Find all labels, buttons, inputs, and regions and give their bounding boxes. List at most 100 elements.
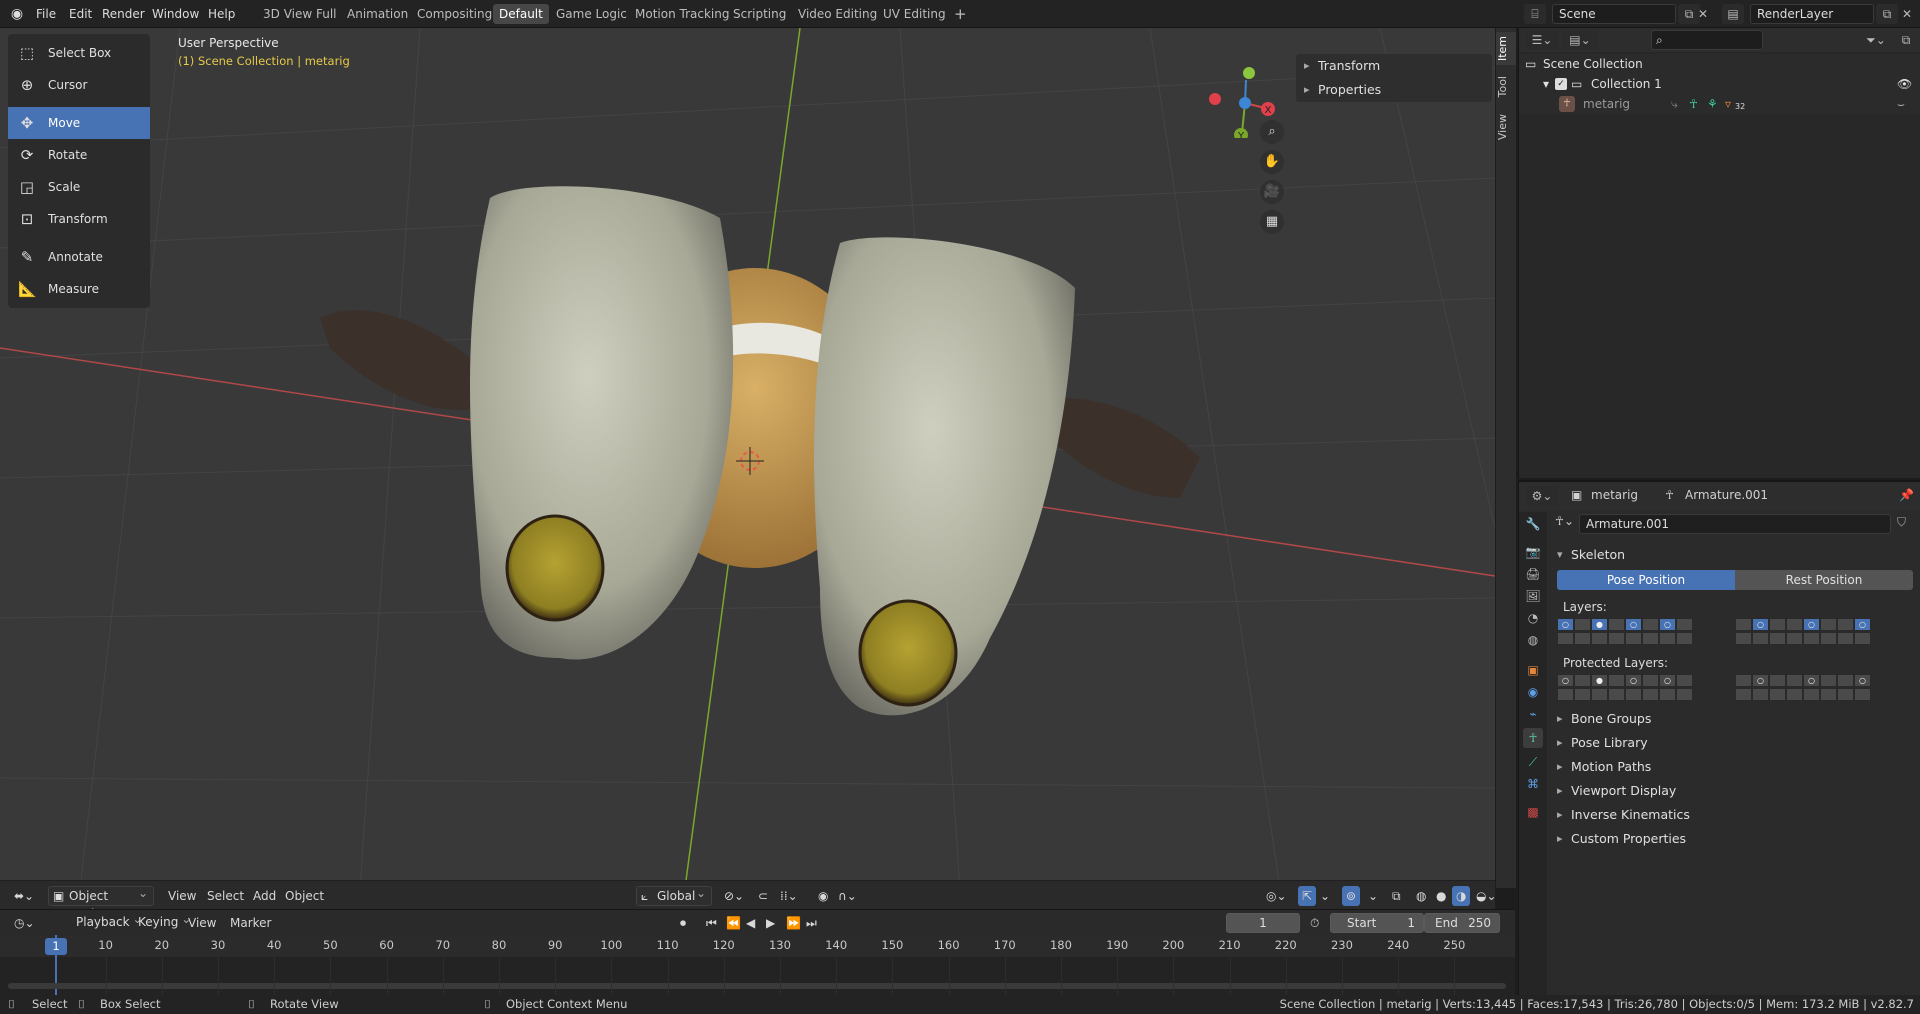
delete-view-layer-icon[interactable]: ✕	[1896, 4, 1918, 24]
tab-scripting[interactable]: Scripting	[727, 4, 792, 24]
timeline-scrollbar[interactable]	[8, 983, 1506, 989]
layer-toggle[interactable]	[1557, 688, 1574, 701]
layer-toggle[interactable]	[1786, 688, 1803, 701]
layer-toggle[interactable]	[1608, 688, 1625, 701]
layer-toggle[interactable]	[1752, 632, 1769, 645]
timeline[interactable]: 10 20 30 40 50 60 70 80 90 100 110 120 130 140 150 160 1…	[0, 935, 1515, 995]
delete-scene-icon[interactable]: ✕	[1692, 4, 1714, 24]
play-icon[interactable]: ▶	[762, 913, 779, 933]
section-custom-properties[interactable]: Custom Properties	[1557, 828, 1686, 850]
falloff-icon[interactable]: ∩⌄	[834, 886, 861, 906]
layer-toggle[interactable]	[1659, 632, 1676, 645]
filter-icon[interactable]: ⏷⌄	[1859, 30, 1893, 50]
layer-toggle[interactable]: ○	[1854, 674, 1871, 687]
material-shading-icon[interactable]: ◑	[1452, 886, 1471, 906]
menu-marker[interactable]: Marker	[226, 913, 275, 933]
protected-layers-grid[interactable]: ○ ● ○ ○ ○ ○ ○	[1557, 674, 1917, 704]
tab-game-logic[interactable]: Game Logic	[550, 4, 633, 24]
layer-toggle[interactable]: ○	[1659, 674, 1676, 687]
layer-toggle[interactable]: ●	[1591, 674, 1608, 687]
snap-icon[interactable]: ⊂	[754, 886, 772, 906]
layer-toggle[interactable]	[1769, 632, 1786, 645]
layer-toggle[interactable]: ○	[1625, 674, 1642, 687]
pivot-icon[interactable]: ⊘⌄	[720, 886, 748, 906]
render-icon[interactable]: 📷	[1523, 542, 1543, 562]
bone-icon[interactable]: ⟋	[1523, 752, 1543, 772]
pose-position-button[interactable]: Pose Position	[1557, 570, 1735, 590]
pin-icon[interactable]: 📌	[1899, 488, 1914, 502]
layer-toggle[interactable]: ○	[1803, 618, 1820, 631]
layer-toggle[interactable]	[1625, 632, 1642, 645]
layer-toggle[interactable]	[1642, 674, 1659, 687]
snap-target-icon[interactable]: ⁞⁞⌄	[776, 886, 802, 906]
sidebar-tab-view[interactable]: View	[1496, 110, 1516, 144]
play-reverse-icon[interactable]: ◀	[742, 913, 759, 933]
tab-video-editing[interactable]: Video Editing	[792, 4, 883, 24]
view-layer-field[interactable]: RenderLayer	[1750, 4, 1874, 24]
menu-add[interactable]: Add	[249, 886, 280, 906]
layer-toggle[interactable]	[1608, 632, 1625, 645]
tab-uv-editing[interactable]: UV Editing	[877, 4, 952, 24]
solid-shading-icon[interactable]: ●	[1432, 886, 1450, 906]
gizmo-dropdown-icon[interactable]: ⌄	[1316, 886, 1334, 906]
tab-default[interactable]: Default	[493, 4, 549, 24]
layer-toggle[interactable]: ●	[1591, 618, 1608, 631]
overlay-dropdown-icon[interactable]: ⌄	[1364, 886, 1382, 906]
layer-toggle[interactable]	[1820, 618, 1837, 631]
layer-toggle[interactable]	[1642, 688, 1659, 701]
layer-toggle[interactable]	[1854, 688, 1871, 701]
camera-icon[interactable]: 🎥	[1260, 180, 1284, 204]
eye-closed-icon[interactable]: ⌣	[1897, 94, 1905, 114]
playhead-frame-label[interactable]: 1	[45, 938, 67, 955]
layer-toggle[interactable]	[1820, 632, 1837, 645]
overlay-toggle-icon[interactable]: ⊚	[1342, 886, 1361, 906]
armature-name-field[interactable]: Armature.001	[1579, 514, 1891, 534]
gizmo-toggle-icon[interactable]: ⇱	[1298, 886, 1317, 906]
tool-measure[interactable]: 📐 Measure	[8, 273, 150, 305]
layer-toggle[interactable]: ○	[1557, 618, 1574, 631]
pan-hand-icon[interactable]: ✋	[1260, 150, 1284, 174]
blender-logo-icon[interactable]: ◉	[8, 5, 26, 23]
outliner-metarig[interactable]: ☥ metarig ⤷ ☥ ⚘ ▿ 32 ⌣	[1519, 94, 1920, 114]
layer-toggle[interactable]	[1574, 618, 1591, 631]
layer-toggle[interactable]	[1735, 632, 1752, 645]
grid-view-icon[interactable]: ▦	[1260, 210, 1284, 234]
tool-rotate[interactable]: ⟳ Rotate	[8, 139, 150, 171]
timeline-editor-icon[interactable]: ◷⌄	[10, 913, 39, 933]
current-frame-field[interactable]: 1	[1226, 913, 1300, 933]
tool-cursor[interactable]: ⊕ Cursor	[8, 69, 150, 101]
tool-scale[interactable]: ◲ Scale	[8, 171, 150, 203]
timeline-ruler[interactable]: 10 20 30 40 50 60 70 80 90 100 110 120 130 140 150 160 1…	[0, 935, 1515, 957]
add-workspace-icon[interactable]: +	[948, 4, 973, 24]
layer-toggle[interactable]	[1591, 688, 1608, 701]
layer-toggle[interactable]	[1769, 674, 1786, 687]
tool-select-box[interactable]: ⬚ Select Box	[8, 37, 150, 69]
outliner-scene-collection[interactable]: ▭ Scene Collection	[1519, 54, 1920, 74]
scene-selector-icon[interactable]: ⌸	[1524, 4, 1546, 24]
tab-motion-tracking[interactable]: Motion Tracking	[629, 4, 735, 24]
section-pose-library[interactable]: Pose Library	[1557, 732, 1648, 754]
tab-animation[interactable]: Animation	[341, 4, 414, 24]
visibility-icon[interactable]: ◎⌄	[1262, 886, 1291, 906]
sidebar-tab-tool[interactable]: Tool	[1496, 72, 1516, 101]
layer-toggle[interactable]: ○	[1659, 618, 1676, 631]
layer-toggle[interactable]	[1735, 688, 1752, 701]
layer-toggle[interactable]	[1820, 674, 1837, 687]
layer-toggle[interactable]	[1574, 688, 1591, 701]
menu-render[interactable]: Render	[98, 4, 149, 24]
bone-constraints-icon[interactable]: ⌘	[1523, 774, 1543, 794]
layer-toggle[interactable]	[1574, 674, 1591, 687]
layer-toggle[interactable]: ○	[1752, 618, 1769, 631]
layer-toggle[interactable]	[1786, 618, 1803, 631]
layer-toggle[interactable]	[1820, 688, 1837, 701]
tool-settings-icon[interactable]: 🔧	[1523, 514, 1543, 534]
layer-toggle[interactable]: ○	[1625, 618, 1642, 631]
collection-checkbox[interactable]: ✓	[1555, 78, 1567, 90]
tool-move[interactable]: ✥ Move	[8, 107, 150, 139]
layer-toggle[interactable]	[1854, 632, 1871, 645]
world-icon[interactable]: ◍	[1523, 630, 1543, 650]
tool-annotate[interactable]: ✎ Annotate	[8, 241, 150, 273]
layer-toggle[interactable]	[1837, 632, 1854, 645]
menu-help[interactable]: Help	[204, 4, 239, 24]
outliner-search-input[interactable]: ⌕	[1651, 30, 1763, 50]
